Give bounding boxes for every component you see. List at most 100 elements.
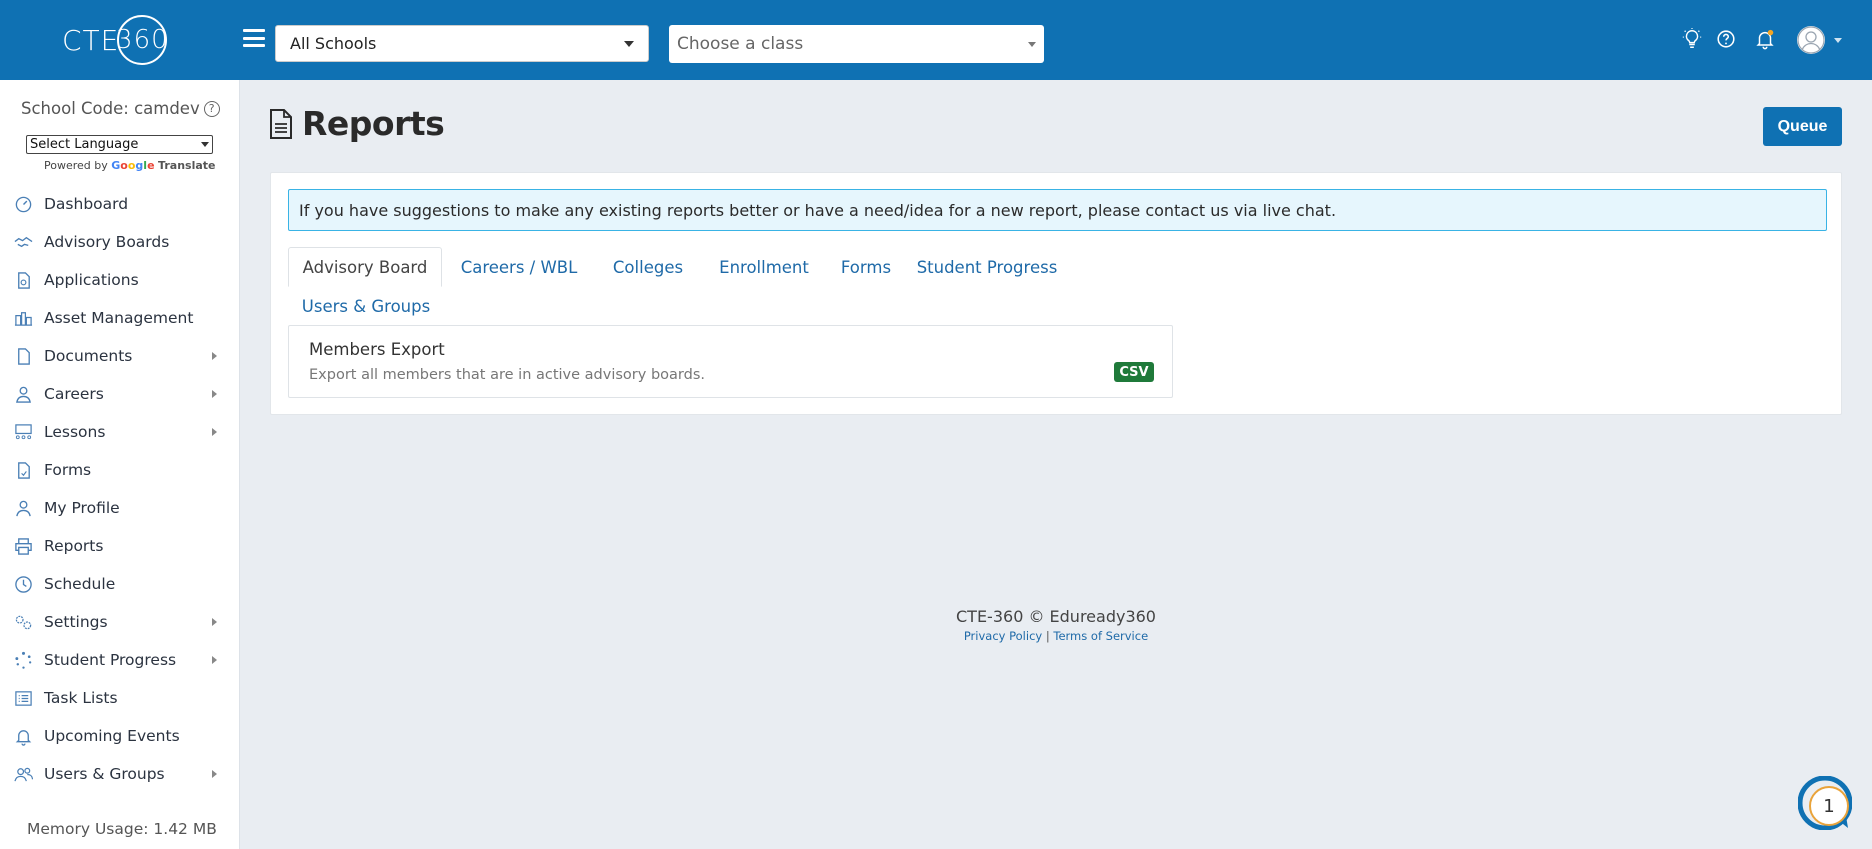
gear-icon — [15, 615, 32, 629]
sidebar-item-label: Lessons — [44, 423, 106, 441]
sidebar-item-label: Documents — [44, 347, 133, 365]
logo-circle: 360 — [116, 15, 169, 65]
footer-copyright: CTE-360 © Eduready360 — [956, 607, 1156, 626]
school-code: School Code: camdev ? — [21, 99, 220, 118]
users-icon — [14, 767, 33, 781]
application-icon — [18, 271, 30, 289]
sidebar-item-dashboard[interactable]: Dashboard — [0, 185, 239, 223]
report-item-members-export[interactable]: Members Export Export all members that a… — [288, 325, 1173, 398]
tab-careers-wbl[interactable]: Careers / WBL — [444, 247, 594, 287]
dashboard-icon — [15, 196, 32, 212]
logo-text: CTE — [62, 23, 120, 57]
google-logo: Google — [111, 159, 155, 172]
printer-icon — [15, 537, 32, 555]
google-translate-attribution: Powered by Google Translate — [44, 159, 215, 172]
help-icon[interactable] — [1715, 28, 1737, 50]
class-select[interactable]: Choose a class — [669, 25, 1044, 63]
sidebar-item-label: Advisory Boards — [44, 233, 170, 251]
sidebar-item-label: Applications — [44, 271, 139, 289]
report-description: Export all members that are in active ad… — [309, 367, 705, 383]
forms-icon — [18, 461, 30, 479]
bell-icon — [15, 729, 32, 746]
chevron-down-icon[interactable] — [1834, 38, 1842, 43]
language-select-value: Select Language — [30, 137, 139, 152]
page-title: Reports — [268, 104, 445, 143]
chevron-down-icon — [1028, 41, 1036, 47]
memory-usage: Memory Usage: 1.42 MB — [27, 820, 217, 838]
queue-button[interactable]: Queue — [1763, 107, 1842, 146]
asset-icon — [14, 311, 33, 326]
sidebar-item-advisory-boards[interactable]: Advisory Boards — [0, 223, 239, 261]
chat-unread-badge[interactable]: 1 — [1809, 786, 1849, 826]
tab-colleges[interactable]: Colleges — [594, 247, 702, 287]
school-select-value: All Schools — [290, 34, 377, 53]
sidebar-item-careers[interactable]: Careers — [0, 375, 239, 413]
footer-separator: | — [1045, 629, 1050, 643]
sidebar-nav: Dashboard Advisory Boards Applications A… — [0, 185, 239, 793]
sidebar-item-settings[interactable]: Settings — [0, 603, 239, 641]
footer-links: Privacy Policy | Terms of Service — [870, 629, 1242, 643]
sidebar-item-users-groups[interactable]: Users & Groups — [0, 755, 239, 793]
task-list-icon — [15, 690, 32, 706]
tab-advisory-board[interactable]: Advisory Board — [288, 247, 442, 287]
sidebar-item-label: Settings — [44, 613, 108, 631]
chevron-right-icon — [212, 618, 217, 626]
tab-forms[interactable]: Forms — [824, 247, 908, 287]
sidebar-item-documents[interactable]: Documents — [0, 337, 239, 375]
user-avatar-icon[interactable] — [1796, 25, 1826, 55]
language-select[interactable]: Select Language — [26, 135, 213, 154]
sidebar-item-asset-management[interactable]: Asset Management — [0, 299, 239, 337]
chevron-right-icon — [212, 656, 217, 664]
bell-icon[interactable] — [1754, 28, 1776, 50]
sidebar-item-label: Reports — [44, 537, 104, 555]
logo-circle-text: 360 — [116, 25, 169, 55]
school-select[interactable]: All Schools — [275, 25, 649, 62]
sidebar-item-upcoming-events[interactable]: Upcoming Events — [0, 717, 239, 755]
sidebar-item-label: Asset Management — [44, 309, 194, 327]
lightbulb-icon[interactable] — [1681, 28, 1703, 50]
terms-of-service-link[interactable]: Terms of Service — [1053, 629, 1148, 643]
sidebar-item-label: Upcoming Events — [44, 727, 180, 745]
document-icon — [18, 347, 30, 365]
csv-export-button[interactable]: CSV — [1114, 362, 1154, 382]
school-code-text: School Code: camdev — [21, 99, 200, 118]
chevron-right-icon — [212, 428, 217, 436]
sidebar-item-label: My Profile — [44, 499, 120, 517]
cte360-logo[interactable]: CTE 360 — [62, 15, 169, 65]
sidebar-item-schedule[interactable]: Schedule — [0, 565, 239, 603]
sidebar-item-label: Forms — [44, 461, 92, 479]
info-alert: If you have suggestions to make any exis… — [288, 189, 1827, 231]
sidebar-item-applications[interactable]: Applications — [0, 261, 239, 299]
sidebar-item-label: Student Progress — [44, 651, 177, 669]
privacy-policy-link[interactable]: Privacy Policy — [964, 629, 1042, 643]
sidebar-item-label: Careers — [44, 385, 104, 403]
sidebar-item-reports[interactable]: Reports — [0, 527, 239, 565]
chevron-down-icon — [201, 142, 209, 147]
tab-enrollment[interactable]: Enrollment — [704, 247, 824, 287]
sidebar-item-label: Dashboard — [44, 195, 129, 213]
tab-student-progress[interactable]: Student Progress — [908, 247, 1066, 287]
sidebar: School Code: camdev ? Select Language Po… — [0, 80, 240, 849]
career-icon — [16, 386, 31, 403]
clock-icon — [15, 575, 32, 593]
reports-card: If you have suggestions to make any exis… — [270, 172, 1842, 415]
sidebar-item-lessons[interactable]: Lessons — [0, 413, 239, 451]
sidebar-item-my-profile[interactable]: My Profile — [0, 489, 239, 527]
hamburger-menu-icon[interactable] — [243, 29, 265, 47]
chevron-right-icon — [212, 352, 217, 360]
sidebar-item-label: Users & Groups — [44, 765, 165, 783]
chevron-right-icon — [212, 390, 217, 398]
handshake-icon — [14, 236, 33, 247]
progress-icon — [15, 651, 32, 669]
report-title: Members Export — [309, 340, 445, 359]
top-navbar: CTE 360 All Schools Choose a class — [0, 0, 1872, 80]
translate-link[interactable]: Translate — [158, 159, 215, 172]
sidebar-item-label: Schedule — [44, 575, 116, 593]
class-select-placeholder: Choose a class — [677, 34, 804, 54]
chevron-down-icon — [624, 40, 634, 47]
sidebar-item-student-progress[interactable]: Student Progress — [0, 641, 239, 679]
tab-users-groups[interactable]: Users & Groups — [288, 286, 444, 326]
sidebar-item-task-lists[interactable]: Task Lists — [0, 679, 239, 717]
help-icon[interactable]: ? — [203, 100, 220, 117]
sidebar-item-forms[interactable]: Forms — [0, 451, 239, 489]
